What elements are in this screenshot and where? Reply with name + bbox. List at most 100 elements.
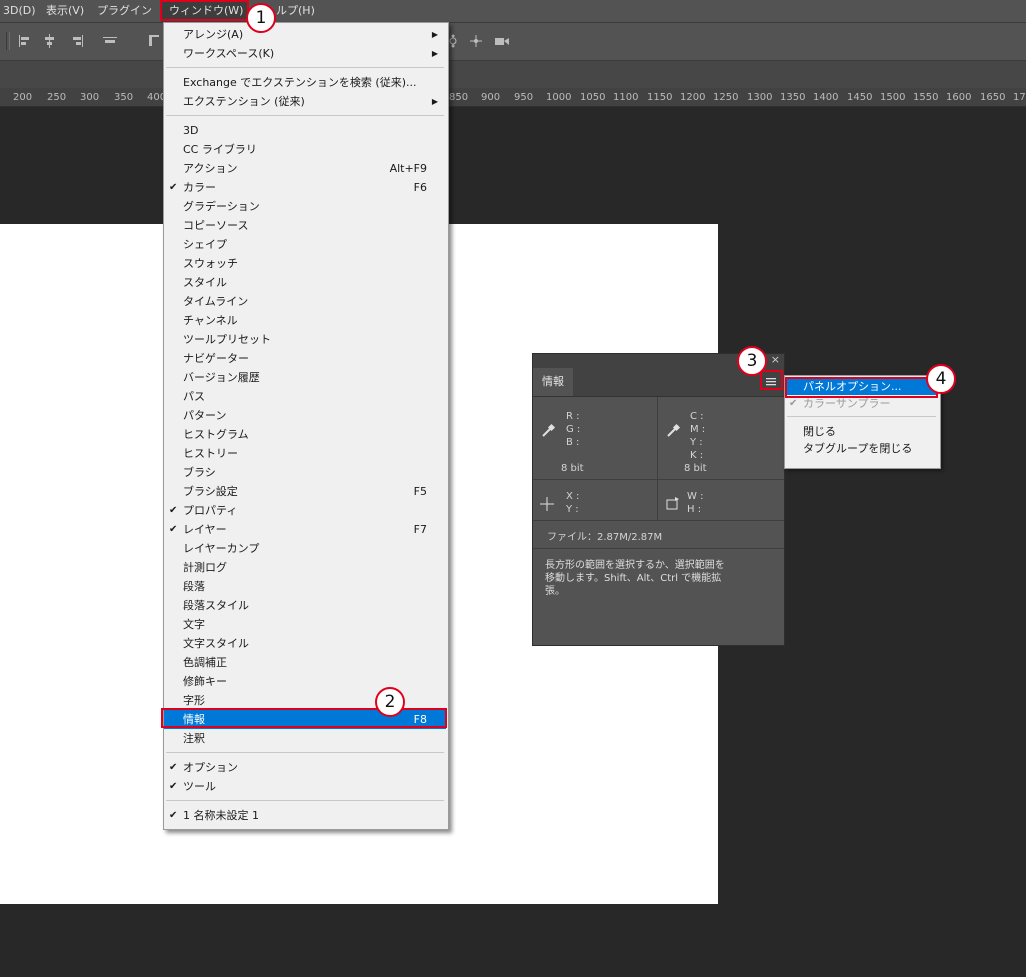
align-left-icon[interactable] [18, 34, 32, 48]
window-menu-item[interactable]: ✔ レイヤー F7 [164, 520, 446, 539]
menu-help[interactable]: ルプ(H) [276, 0, 315, 22]
window-menu-item[interactable]: シェイプ [164, 235, 446, 254]
divider [533, 479, 784, 480]
window-menu-item[interactable]: Exchange でエクステンションを検索 (従来)... [164, 73, 446, 92]
window-menu-item[interactable]: チャンネル [164, 311, 446, 330]
3d-pan-icon[interactable] [468, 34, 484, 48]
window-menu-item[interactable]: エクステンション (従来) ▶ [164, 92, 446, 111]
distribute-icon[interactable] [148, 34, 160, 48]
close-icon[interactable]: × [771, 353, 780, 366]
window-menu-item[interactable]: 計測ログ [164, 558, 446, 577]
menu-item-label: 注釈 [183, 732, 205, 745]
eyedropper-icon[interactable] [540, 423, 556, 439]
checkmark-icon: ✔ [169, 781, 178, 792]
menu-separator [166, 67, 444, 68]
ruler-tick-label: 1400 [813, 92, 839, 103]
submenu-arrow-icon: ▶ [431, 30, 438, 39]
menu-item-label: 閉じる [803, 425, 836, 438]
tab-info[interactable]: 情報 [533, 368, 573, 396]
wh-label-w: W : [687, 491, 704, 502]
window-menu-item[interactable]: ヒストグラム [164, 425, 446, 444]
hint-line-2: 移動します。Shift、Alt、Ctrl で機能拡 [545, 573, 722, 584]
flyout-menu-item[interactable]: タブグループを閉じる [785, 440, 938, 457]
window-menu-item[interactable]: ✔ オプション [164, 758, 446, 777]
window-menu-item[interactable]: ブラシ設定 F5 [164, 482, 446, 501]
menu-item-label: ツール [183, 780, 216, 793]
annotation-badge: 2 [375, 687, 405, 717]
crosshair-icon [540, 497, 554, 511]
window-menu-item[interactable]: スタイル [164, 273, 446, 292]
ruler-tick-label: 350 [114, 92, 134, 103]
menu-bar: 3D(D) 表示(V) プラグイン ウィンドウ(W) ルプ(H) [0, 0, 1026, 23]
menu-item-label: レイヤーカンプ [183, 542, 260, 555]
window-menu-item[interactable]: コピーソース [164, 216, 446, 235]
menu-item-label: 1 名称未設定 1 [183, 809, 259, 822]
menu-plugins[interactable]: プラグイン [97, 0, 152, 22]
window-menu-item[interactable]: 段落 [164, 577, 446, 596]
align-right-icon[interactable] [70, 34, 84, 48]
window-menu-item[interactable]: パターン [164, 406, 446, 425]
window-menu-item[interactable]: アレンジ(A) ▶ [164, 25, 446, 44]
window-menu-item[interactable]: ツールプリセット [164, 330, 446, 349]
menu-separator [166, 115, 444, 116]
window-menu-item[interactable]: ブラシ [164, 463, 446, 482]
checkmark-icon: ✔ [169, 762, 178, 773]
window-menu-item[interactable]: CC ライブラリ [164, 140, 446, 159]
menu-item-label: エクステンション (従来) [183, 95, 305, 108]
window-menu-item[interactable]: アクション Alt+F9 [164, 159, 446, 178]
window-menu-item[interactable]: 段落スタイル [164, 596, 446, 615]
flyout-menu-item[interactable]: 閉じる [785, 423, 938, 440]
ruler-tick-label: 950 [514, 92, 534, 103]
ruler-tick-label: 1000 [546, 92, 572, 103]
window-menu-item[interactable]: レイヤーカンプ [164, 539, 446, 558]
menu-3d[interactable]: 3D(D) [3, 0, 36, 22]
ruler-tick-label: 1100 [613, 92, 639, 103]
window-menu-item[interactable]: ヒストリー [164, 444, 446, 463]
xy-label-y: Y : [566, 504, 579, 515]
submenu-arrow-icon: ▶ [431, 97, 438, 106]
menu-view[interactable]: 表示(V) [46, 0, 84, 22]
menu-separator [787, 416, 936, 417]
menu-item-label: 色調補正 [183, 656, 227, 669]
menu-item-label: バージョン履歴 [183, 371, 260, 384]
rgb-label-b: B : [566, 437, 580, 448]
menu-item-label: アレンジ(A) [183, 28, 244, 41]
window-menu-item[interactable]: ナビゲーター [164, 349, 446, 368]
xy-label-x: X : [566, 491, 580, 502]
window-menu-item[interactable]: タイムライン [164, 292, 446, 311]
ruler-tick-label: 1650 [980, 92, 1006, 103]
window-menu-item[interactable]: ✔ ツール [164, 777, 446, 796]
window-menu-item[interactable]: 3D [164, 121, 446, 140]
window-menu-item[interactable]: ✔ カラー F6 [164, 178, 446, 197]
ruler-tick-label: 1050 [580, 92, 606, 103]
menu-item-shortcut: Alt+F9 [389, 162, 427, 175]
window-menu-item[interactable]: 修飾キー [164, 672, 446, 691]
window-menu-item[interactable]: 注釈 [164, 729, 446, 748]
menu-item-label: ツールプリセット [183, 333, 271, 346]
menu-item-label: ヒストグラム [183, 428, 249, 441]
window-menu-item[interactable]: 文字 [164, 615, 446, 634]
eyedropper-icon[interactable] [665, 423, 681, 439]
3d-camera-icon[interactable] [493, 34, 511, 48]
annotation-highlight-box [760, 370, 783, 390]
window-menu-item[interactable]: ✔ 1 名称未設定 1 [164, 806, 446, 825]
menu-item-label: スタイル [183, 276, 227, 289]
menu-item-shortcut: F7 [413, 523, 427, 536]
window-menu-item[interactable]: パス [164, 387, 446, 406]
window-menu-item[interactable]: 文字スタイル [164, 634, 446, 653]
window-menu-item[interactable]: バージョン履歴 [164, 368, 446, 387]
window-menu-item[interactable]: グラデーション [164, 197, 446, 216]
menu-item-label: 文字スタイル [183, 637, 249, 650]
window-menu-item[interactable]: ワークスペース(K) ▶ [164, 44, 446, 63]
ruler-tick-label: 1350 [780, 92, 806, 103]
align-hcenter-icon[interactable] [43, 34, 57, 48]
menu-item-label: プロパティ [183, 504, 238, 517]
document-tab-strip [0, 61, 1026, 88]
ruler-tick-label: 1450 [847, 92, 873, 103]
window-menu-item[interactable]: ✔ プロパティ [164, 501, 446, 520]
align-top-icon[interactable] [102, 34, 118, 48]
cmyk-label-c: C : [690, 411, 704, 422]
ruler-tick-label: 850 [449, 92, 469, 103]
window-menu-item[interactable]: スウォッチ [164, 254, 446, 273]
window-menu-item[interactable]: 色調補正 [164, 653, 446, 672]
